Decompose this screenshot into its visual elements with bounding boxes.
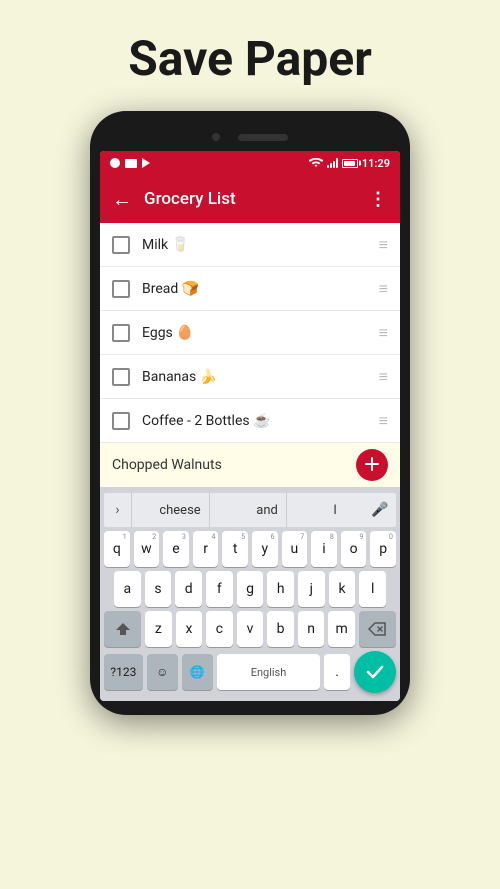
key-s[interactable]: s xyxy=(145,571,172,607)
checkmark-icon xyxy=(366,665,384,679)
key-r[interactable]: r4 xyxy=(193,531,219,567)
item-text-5: Coffee - 2 Bottles ☕ xyxy=(142,413,379,429)
suggestion-expand-button[interactable]: › xyxy=(104,493,132,527)
drag-handle-5[interactable]: ≡ xyxy=(379,413,388,429)
app-bar-title: Grocery List xyxy=(144,189,357,209)
item-text-2: Bread 🍞 xyxy=(142,281,379,297)
key-d[interactable]: d xyxy=(175,571,202,607)
key-m[interactable]: m xyxy=(328,611,355,647)
list-item: Bananas 🍌 ≡ xyxy=(100,355,400,399)
status-play-icon xyxy=(142,158,150,168)
key-g[interactable]: g xyxy=(237,571,264,607)
item-checkbox-4[interactable] xyxy=(112,368,130,386)
status-right-icons: 11:29 xyxy=(309,157,390,170)
key-a[interactable]: a xyxy=(114,571,141,607)
keyboard-row-2: a s d f g h j k l xyxy=(104,571,396,607)
wifi-icon xyxy=(309,158,323,169)
item-text-1: Milk 🥛 xyxy=(142,237,379,253)
shift-key[interactable] xyxy=(104,611,141,647)
enter-key[interactable] xyxy=(354,651,396,693)
drag-handle-3[interactable]: ≡ xyxy=(379,325,388,341)
app-bar: ← Grocery List ⋮ xyxy=(100,175,400,223)
grocery-list: Milk 🥛 ≡ Bread 🍞 ≡ Eggs 🥚 ≡ Bananas 🍌 ≡ xyxy=(100,223,400,487)
status-time: 11:29 xyxy=(362,157,390,170)
key-w[interactable]: w2 xyxy=(134,531,160,567)
key-b[interactable]: b xyxy=(267,611,294,647)
phone-device: 11:29 ← Grocery List ⋮ Milk 🥛 ≡ Bread 🍞 … xyxy=(90,111,410,715)
status-circle-icon xyxy=(110,158,120,168)
period-key[interactable]: . xyxy=(324,654,350,690)
key-e[interactable]: e3 xyxy=(163,531,189,567)
phone-camera xyxy=(212,133,220,141)
key-o[interactable]: o9 xyxy=(341,531,367,567)
key-u[interactable]: u7 xyxy=(282,531,308,567)
suggestion-word-2[interactable]: and xyxy=(248,493,287,527)
space-key[interactable]: English xyxy=(217,654,320,690)
status-bar: 11:29 xyxy=(100,151,400,175)
signal-bars-icon xyxy=(327,158,338,168)
phone-top-bar xyxy=(100,123,400,151)
item-text-3: Eggs 🥚 xyxy=(142,325,379,341)
keyboard-suggestion-bar: › cheese and l 🎤 xyxy=(104,493,396,527)
back-button[interactable]: ← xyxy=(112,187,132,212)
suggestion-word-3[interactable]: l xyxy=(326,493,345,527)
microphone-button[interactable]: 🎤 xyxy=(364,493,396,527)
key-f[interactable]: f xyxy=(206,571,233,607)
key-l[interactable]: l xyxy=(359,571,386,607)
drag-handle-1[interactable]: ≡ xyxy=(379,237,388,253)
emoji-key[interactable]: ☺ xyxy=(147,654,178,690)
phone-screen: 11:29 ← Grocery List ⋮ Milk 🥛 ≡ Bread 🍞 … xyxy=(100,151,400,701)
suggestion-word-1[interactable]: cheese xyxy=(151,493,209,527)
item-text-4: Bananas 🍌 xyxy=(142,369,379,385)
key-i[interactable]: i8 xyxy=(311,531,337,567)
battery-icon xyxy=(342,159,358,168)
keyboard-row-3: z x c v b n m xyxy=(104,611,396,647)
item-checkbox-3[interactable] xyxy=(112,324,130,342)
key-n[interactable]: n xyxy=(298,611,325,647)
key-z[interactable]: z xyxy=(145,611,172,647)
key-k[interactable]: k xyxy=(329,571,356,607)
drag-handle-2[interactable]: ≡ xyxy=(379,281,388,297)
item-checkbox-2[interactable] xyxy=(112,280,130,298)
key-j[interactable]: j xyxy=(298,571,325,607)
editing-item-text: Chopped Walnuts xyxy=(112,457,356,473)
page-headline: Save Paper xyxy=(128,30,372,87)
key-v[interactable]: v xyxy=(237,611,264,647)
status-left-icons xyxy=(110,158,150,168)
list-item: Coffee - 2 Bottles ☕ ≡ xyxy=(100,399,400,443)
list-item: Milk 🥛 ≡ xyxy=(100,223,400,267)
list-item: Eggs 🥚 ≡ xyxy=(100,311,400,355)
suggestion-words: cheese and l xyxy=(132,493,364,527)
key-t[interactable]: t5 xyxy=(222,531,248,567)
phone-speaker xyxy=(238,134,288,141)
keyboard-row-1: q1 w2 e3 r4 t5 y6 u7 i8 o9 p0 xyxy=(104,531,396,567)
add-item-button[interactable] xyxy=(356,449,388,481)
key-y[interactable]: y6 xyxy=(252,531,278,567)
key-p[interactable]: p0 xyxy=(370,531,396,567)
add-icon xyxy=(364,456,380,475)
status-rect-icon xyxy=(125,159,137,168)
item-checkbox-1[interactable] xyxy=(112,236,130,254)
key-q[interactable]: q1 xyxy=(104,531,130,567)
list-item: Bread 🍞 ≡ xyxy=(100,267,400,311)
nums-key[interactable]: ?123 xyxy=(104,654,143,690)
editing-item-row[interactable]: Chopped Walnuts xyxy=(100,443,400,487)
drag-handle-4[interactable]: ≡ xyxy=(379,369,388,385)
delete-key[interactable] xyxy=(359,611,396,647)
keyboard-bottom-row: ?123 ☺ 🌐 English . xyxy=(104,651,396,693)
key-x[interactable]: x xyxy=(176,611,203,647)
overflow-menu-button[interactable]: ⋮ xyxy=(369,189,388,210)
item-checkbox-5[interactable] xyxy=(112,412,130,430)
key-h[interactable]: h xyxy=(267,571,294,607)
keyboard: › cheese and l 🎤 q1 w2 e3 r4 t5 y6 u7 i8… xyxy=(100,487,400,701)
globe-key[interactable]: 🌐 xyxy=(182,654,213,690)
key-c[interactable]: c xyxy=(206,611,233,647)
